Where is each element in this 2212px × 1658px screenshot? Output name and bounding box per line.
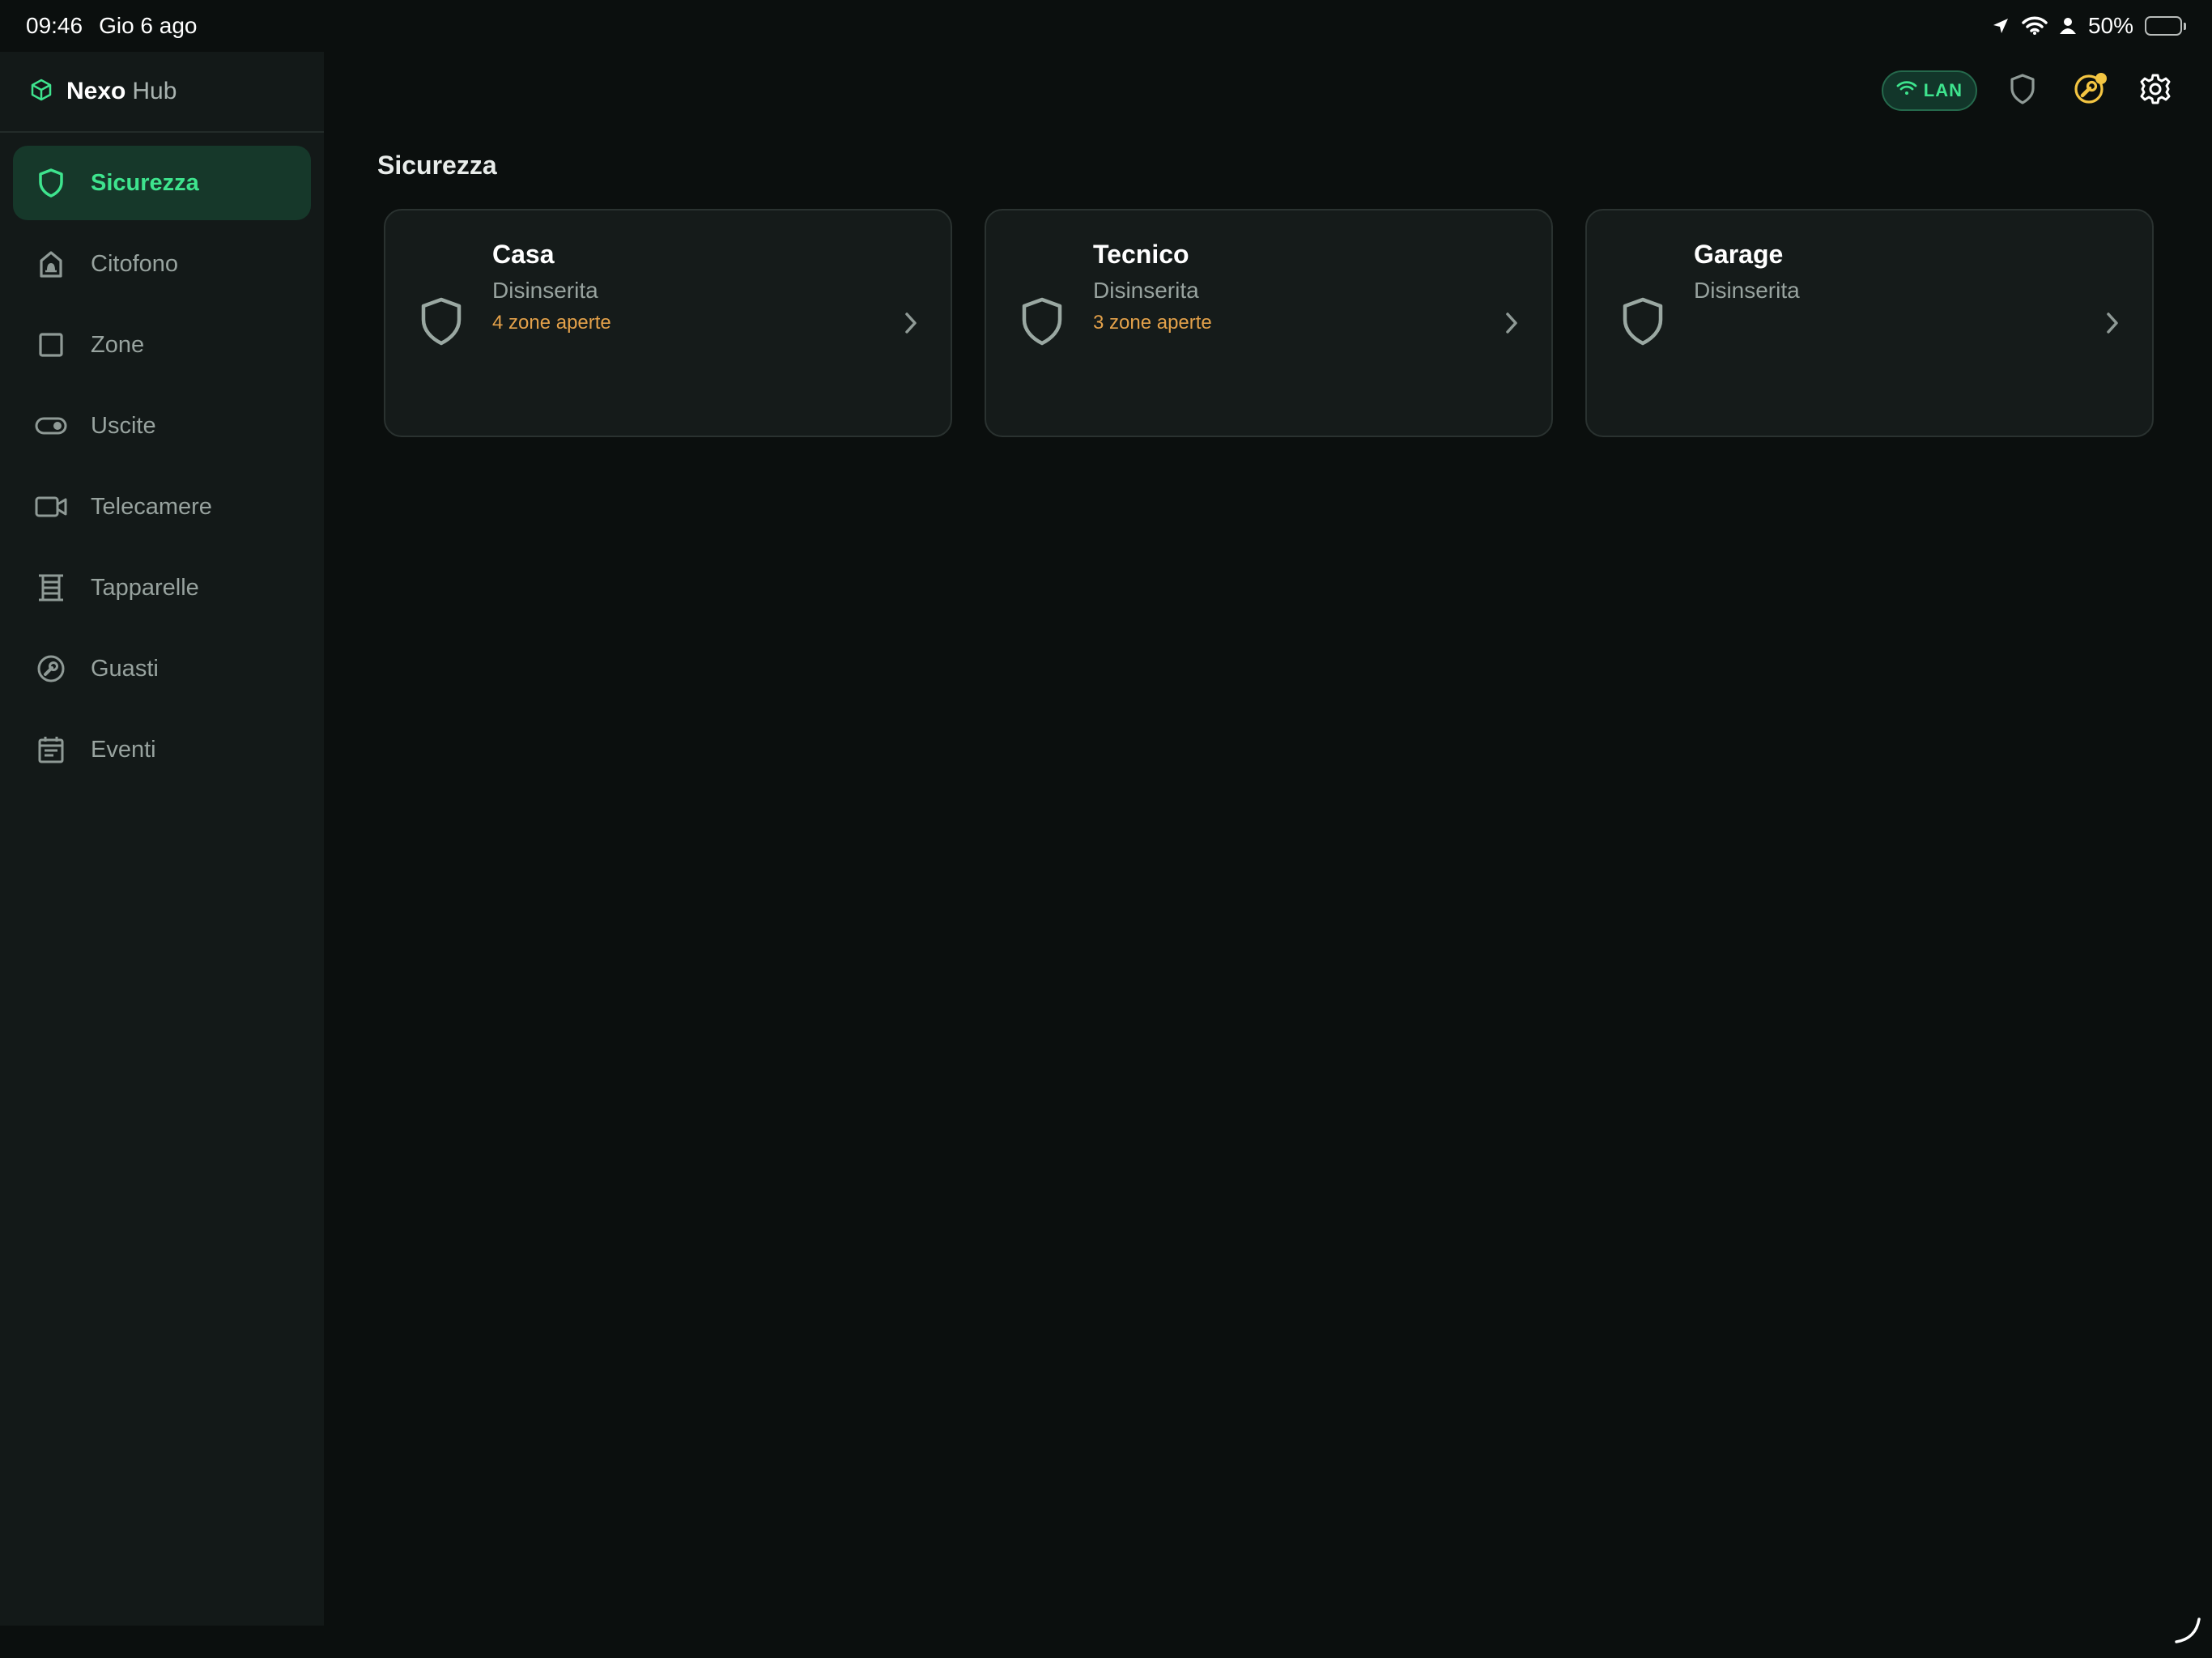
shield-icon xyxy=(419,296,463,350)
toggle-icon xyxy=(34,409,68,443)
shield-icon xyxy=(1621,296,1665,350)
status-date: Gio 6 ago xyxy=(99,13,198,38)
sidebar-item-sicurezza[interactable]: Sicurezza xyxy=(13,146,311,220)
brand-sub: Hub xyxy=(132,78,177,104)
area-status: Disinserita xyxy=(1694,278,1800,303)
brand-name: Nexo xyxy=(66,78,126,104)
shield-icon xyxy=(1020,296,1064,350)
shield-icon xyxy=(34,166,68,200)
status-time: 09:46 xyxy=(26,13,83,38)
connection-label: LAN xyxy=(1923,80,1963,100)
sidebar-item-label: Zone xyxy=(91,331,145,358)
sidebar-item-label: Telecamere xyxy=(91,493,212,520)
sidebar-item-guasti[interactable]: Guasti xyxy=(13,631,311,706)
sidebar-item-label: Uscite xyxy=(91,412,156,439)
wifi-icon xyxy=(2022,16,2048,36)
person-icon xyxy=(2059,16,2077,36)
header-actions: LAN xyxy=(1881,70,2176,112)
sidebar-item-label: Tapparelle xyxy=(91,574,199,601)
area-open-zones: 3 zone aperte xyxy=(1093,312,1212,334)
sidebar-item-telecamere[interactable]: Telecamere xyxy=(13,470,311,544)
connection-badge[interactable]: LAN xyxy=(1881,70,1977,111)
sidebar-item-citofono[interactable]: Citofono xyxy=(13,227,311,301)
sidebar-item-label: Guasti xyxy=(91,655,159,682)
area-card-garage[interactable]: Garage Disinserita xyxy=(1585,209,2154,437)
chevron-right-icon xyxy=(2105,311,2120,338)
sidebar-item-label: Sicurezza xyxy=(91,169,199,196)
cube-logo-icon xyxy=(29,78,53,105)
wifi-icon xyxy=(1896,80,1917,101)
page-title: Sicurezza xyxy=(377,151,497,180)
area-status: Disinserita xyxy=(492,278,598,303)
wrench-icon xyxy=(34,652,68,686)
sidebar-item-label: Eventi xyxy=(91,736,156,763)
chevron-right-icon xyxy=(1504,311,1519,338)
square-icon xyxy=(34,328,68,362)
area-name: Tecnico xyxy=(1093,240,1189,269)
area-card-casa[interactable]: Casa Disinserita 4 zone aperte xyxy=(384,209,952,437)
battery-icon xyxy=(2145,16,2186,36)
security-status-button[interactable] xyxy=(2001,70,2044,112)
sidebar-item-eventi[interactable]: Eventi xyxy=(13,712,311,787)
sidebar: Nexo Hub Sicurezza Citofono Zone Uscite xyxy=(0,52,324,1626)
area-card-tecnico[interactable]: Tecnico Disinserita 3 zone aperte xyxy=(985,209,1553,437)
sidebar-nav: Sicurezza Citofono Zone Uscite Telecamer… xyxy=(0,133,324,787)
sidebar-item-label: Citofono xyxy=(91,250,179,277)
settings-button[interactable] xyxy=(2134,70,2176,112)
faults-button[interactable] xyxy=(2068,70,2110,112)
area-open-zones: 4 zone aperte xyxy=(492,312,611,334)
shutter-icon xyxy=(34,571,68,605)
resize-handle-icon xyxy=(2172,1614,2204,1650)
area-status: Disinserita xyxy=(1093,278,1199,303)
notification-dot xyxy=(2095,73,2107,84)
brand: Nexo Hub xyxy=(0,52,324,133)
sidebar-item-zone[interactable]: Zone xyxy=(13,308,311,382)
status-bar: 09:46 Gio 6 ago 50% xyxy=(0,0,2212,52)
sidebar-item-uscite[interactable]: Uscite xyxy=(13,389,311,463)
chevron-right-icon xyxy=(904,311,918,338)
location-icon xyxy=(1991,16,2010,36)
camera-icon xyxy=(34,490,68,524)
area-cards: Casa Disinserita 4 zone aperte Tecnico D… xyxy=(384,209,2154,437)
battery-percent: 50% xyxy=(2087,13,2133,38)
gear-icon xyxy=(2139,73,2172,108)
calendar-icon xyxy=(34,733,68,767)
shield-icon xyxy=(2009,73,2036,108)
area-name: Garage xyxy=(1694,240,1784,269)
sidebar-item-tapparelle[interactable]: Tapparelle xyxy=(13,551,311,625)
area-name: Casa xyxy=(492,240,555,269)
intercom-icon xyxy=(34,247,68,281)
